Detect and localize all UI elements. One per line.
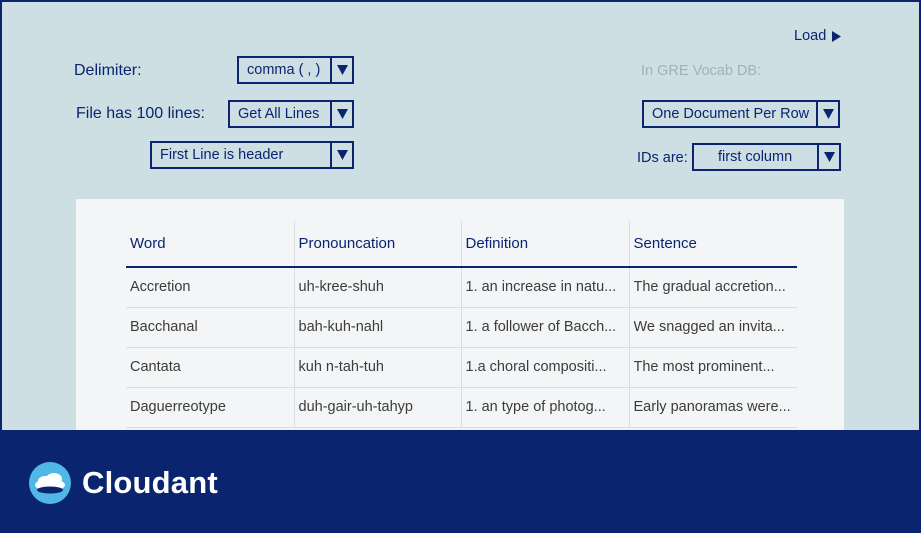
brand: Cloudant <box>28 462 218 504</box>
delimiter-select[interactable]: comma ( , ) <box>237 56 354 84</box>
load-button[interactable]: Load <box>794 28 842 44</box>
table-row: Bacchanal bah-kuh-nahl 1. a follower of … <box>126 307 797 348</box>
file-lines-label: File has 100 lines: <box>76 105 205 122</box>
table-row: Daguerreotype duh-gair-uh-tahyp 1. an ty… <box>126 387 797 428</box>
load-label: Load <box>794 28 827 44</box>
ids-value: first column <box>718 149 793 165</box>
chevron-down-icon <box>330 58 352 82</box>
cell-pronunciation: bah-kuh-nahl <box>293 307 461 348</box>
cell-word: Daguerreotype <box>126 387 294 428</box>
db-label: In GRE Vocab DB: <box>641 63 762 79</box>
chevron-down-icon <box>330 143 352 167</box>
delimiter-label: Delimiter: <box>74 62 142 79</box>
brand-name: Cloudant <box>82 465 218 500</box>
play-triangle-icon <box>832 30 842 42</box>
preview-table: Word Pronouncation Definition Sentence A… <box>126 221 797 428</box>
ids-label: IDs are: <box>637 150 688 166</box>
footer-bar: Cloudant <box>2 430 919 531</box>
mode-select[interactable]: One Document Per Row <box>642 100 840 128</box>
header-value: First Line is header <box>160 147 284 163</box>
preview-panel: Word Pronouncation Definition Sentence A… <box>76 199 844 439</box>
cloud-logo-icon <box>29 462 71 504</box>
column-header-sentence: Sentence <box>628 221 797 268</box>
lines-select[interactable]: Get All Lines <box>228 100 354 128</box>
column-header-word: Word <box>126 221 294 268</box>
cell-definition: 1. an type of photog... <box>460 387 629 428</box>
delimiter-value: comma ( , ) <box>247 62 321 78</box>
table-row: Accretion uh-kree-shuh 1. an increase in… <box>126 267 797 308</box>
column-header-definition: Definition <box>460 221 629 268</box>
table-row: Cantata kuh n-tah-tuh 1.a choral composi… <box>126 347 797 388</box>
cell-sentence: The most prominent... <box>628 347 797 388</box>
header-select[interactable]: First Line is header <box>150 141 354 169</box>
chevron-down-icon <box>816 102 838 126</box>
cell-sentence: The gradual accretion... <box>628 267 797 308</box>
ids-select[interactable]: first column <box>692 143 841 171</box>
chevron-down-icon <box>330 102 352 126</box>
cell-sentence: We snagged an invita... <box>628 307 797 348</box>
chevron-down-icon <box>817 145 839 169</box>
cell-pronunciation: duh-gair-uh-tahyp <box>293 387 461 428</box>
cell-definition: 1.a choral compositi... <box>460 347 629 388</box>
table-header-row: Word Pronouncation Definition Sentence <box>126 221 797 268</box>
cell-pronunciation: kuh n-tah-tuh <box>293 347 461 388</box>
cell-sentence: Early panoramas were... <box>628 387 797 428</box>
cell-definition: 1. an increase in natu... <box>460 267 629 308</box>
cell-word: Cantata <box>126 347 294 388</box>
column-header-pronunciation: Pronouncation <box>293 221 461 268</box>
lines-value: Get All Lines <box>238 106 320 122</box>
cell-definition: 1. a follower of Bacch... <box>460 307 629 348</box>
import-window: Load Delimiter: comma ( , ) File has 100… <box>0 0 921 533</box>
cell-word: Bacchanal <box>126 307 294 348</box>
mode-value: One Document Per Row <box>652 106 810 122</box>
cell-word: Accretion <box>126 267 294 308</box>
cell-pronunciation: uh-kree-shuh <box>293 267 461 308</box>
